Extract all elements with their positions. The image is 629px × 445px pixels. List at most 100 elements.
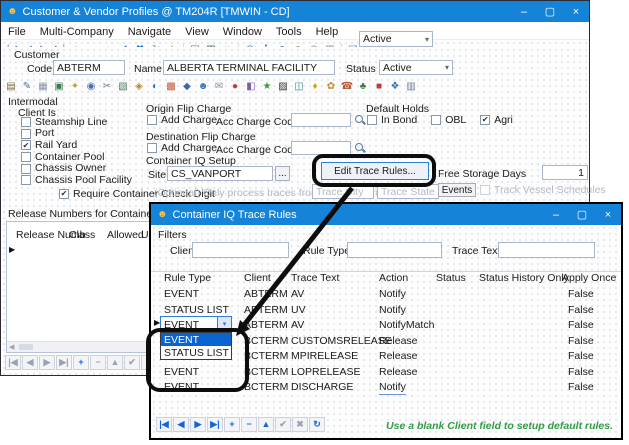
maximize-icon[interactable]: ▢ bbox=[537, 5, 563, 18]
release-hscrollbar[interactable]: ◀ bbox=[7, 341, 151, 352]
destination-acc-code-field[interactable] bbox=[291, 141, 351, 155]
close-icon[interactable]: × bbox=[563, 6, 589, 18]
track-vessel-checkbox[interactable]: Track Vessel Schedules bbox=[480, 184, 606, 196]
profile-tool-icon-24[interactable]: ■ bbox=[371, 80, 387, 95]
profile-tool-icon-15[interactable]: ● bbox=[227, 80, 243, 95]
rule-type-dropdown-list[interactable]: EVENTSTATUS LIST bbox=[160, 332, 232, 360]
menu-help[interactable]: Help bbox=[309, 24, 346, 40]
grid-cell[interactable]: Release bbox=[379, 351, 418, 362]
filter-trace-text-field[interactable] bbox=[498, 242, 595, 258]
grid-cell[interactable]: BCTERM bbox=[244, 367, 288, 378]
hold-in-bond[interactable]: In Bond bbox=[367, 114, 417, 126]
prev-record-icon[interactable]: ◀ bbox=[22, 355, 38, 370]
profile-tool-icon-10[interactable]: ◐ bbox=[147, 80, 163, 95]
profile-tool-icon-2[interactable]: ✎ bbox=[19, 80, 35, 95]
insert-record-icon[interactable]: + bbox=[224, 417, 240, 432]
profile-tool-icon-16[interactable]: ◧ bbox=[243, 80, 259, 95]
grid-cell[interactable]: MPIRELEASE bbox=[291, 351, 358, 362]
delete-record-icon[interactable]: − bbox=[241, 417, 257, 432]
menu-multi-company[interactable]: Multi-Company bbox=[33, 24, 121, 40]
profile-tool-icon-4[interactable]: ▣ bbox=[51, 80, 67, 95]
main-titlebar[interactable]: ☻ Customer & Vendor Profiles @ TM204R [T… bbox=[1, 1, 589, 22]
last-record-icon[interactable]: ▶| bbox=[207, 417, 223, 432]
destination-add-charge-checkbox[interactable]: Add Charge bbox=[147, 142, 217, 154]
client-is-container-pool[interactable]: Container Pool bbox=[21, 151, 132, 163]
site-browse-button[interactable]: ... bbox=[275, 166, 290, 181]
post-edit-icon[interactable]: ✔ bbox=[275, 417, 291, 432]
grid-cell[interactable]: ABTERM bbox=[244, 320, 288, 331]
profile-tool-icon-26[interactable]: ▥ bbox=[403, 80, 419, 95]
grid-cell[interactable]: Notify bbox=[379, 382, 406, 395]
grid-cell[interactable]: Notify bbox=[379, 305, 406, 316]
grid-cell[interactable]: False bbox=[568, 320, 594, 331]
profile-tool-icon-5[interactable]: ✦ bbox=[67, 80, 83, 95]
profile-tool-icon-17[interactable]: ★ bbox=[259, 80, 275, 95]
first-record-icon[interactable]: |◀ bbox=[5, 355, 21, 370]
profile-tool-icon-8[interactable]: ▧ bbox=[115, 80, 131, 95]
client-is-port[interactable]: Port bbox=[21, 128, 132, 140]
refresh-icon[interactable]: ↻ bbox=[309, 417, 325, 432]
profile-tool-icon-21[interactable]: ✿ bbox=[323, 80, 339, 95]
menu-window[interactable]: Window bbox=[216, 24, 269, 40]
site-field[interactable]: CS_VANPORT bbox=[167, 166, 273, 181]
next-record-icon[interactable]: ▶ bbox=[190, 417, 206, 432]
scroll-left-icon[interactable]: ◀ bbox=[9, 343, 14, 351]
filter-rule-type-field[interactable] bbox=[347, 242, 442, 258]
grid-cell[interactable]: ABTERM bbox=[244, 289, 288, 300]
next-record-icon[interactable]: ▶ bbox=[39, 355, 55, 370]
free-storage-field[interactable]: 1 bbox=[542, 165, 588, 180]
client-is-steamship-line[interactable]: Steamship Line bbox=[21, 116, 132, 128]
client-is-chassis-owner[interactable]: Chassis Owner bbox=[21, 163, 132, 175]
client-is-chassis-pool-facility[interactable]: Chassis Pool Facility bbox=[21, 174, 132, 186]
edit-record-icon[interactable]: ▲ bbox=[107, 355, 123, 370]
grid-cell[interactable]: STATUS LIST bbox=[164, 305, 229, 316]
edit-trace-rules-button[interactable]: Edit Trace Rules... bbox=[321, 162, 429, 180]
close-icon[interactable]: × bbox=[595, 209, 621, 221]
profile-tool-icon-25[interactable]: ❖ bbox=[387, 80, 403, 95]
hold-obl[interactable]: OBL bbox=[431, 114, 466, 126]
grid-cell[interactable]: NotifyMatch bbox=[379, 320, 434, 331]
profile-tool-icon-19[interactable]: ◫ bbox=[291, 80, 307, 95]
profile-tool-icon-12[interactable]: ◆ bbox=[179, 80, 195, 95]
grid-cell[interactable]: False bbox=[568, 305, 594, 316]
edit-record-icon[interactable]: ▲ bbox=[258, 417, 274, 432]
first-record-icon[interactable]: |◀ bbox=[156, 417, 172, 432]
code-field[interactable]: ABTERM bbox=[53, 60, 125, 75]
profile-tool-icon-14[interactable]: ✉ bbox=[211, 80, 227, 95]
grid-cell[interactable]: Notify bbox=[379, 289, 406, 300]
trace-state-field[interactable]: Trace State bbox=[377, 184, 439, 199]
grid-cell[interactable]: EVENT bbox=[164, 367, 199, 378]
trace-city-field[interactable]: Trace City bbox=[312, 184, 374, 199]
grid-cell[interactable]: False bbox=[568, 351, 594, 362]
menu-tools[interactable]: Tools bbox=[269, 24, 309, 40]
grid-cell[interactable]: AV bbox=[291, 289, 304, 300]
grid-cell[interactable]: False bbox=[568, 382, 594, 393]
profile-tool-icon-13[interactable]: ☻ bbox=[195, 80, 211, 95]
origin-acc-code-field[interactable] bbox=[291, 113, 351, 127]
grid-cell[interactable]: CUSTOMSRELEASE bbox=[291, 336, 392, 347]
profile-tool-icon-18[interactable]: ▨ bbox=[275, 80, 291, 95]
profile-tool-icon-22[interactable]: ☎ bbox=[339, 80, 355, 95]
combo-dropdown-button[interactable]: ▾ bbox=[217, 317, 231, 330]
menu-file[interactable]: File bbox=[1, 24, 33, 40]
dropdown-option-event[interactable]: EVENT bbox=[161, 333, 231, 346]
profile-tool-icon-20[interactable]: ♦ bbox=[307, 80, 323, 95]
dialog-titlebar[interactable]: ☻ Container IQ Trace Rules – ▢ × bbox=[151, 204, 621, 225]
grid-cell[interactable]: AV bbox=[291, 320, 304, 331]
cancel-edit-icon[interactable]: ✖ bbox=[292, 417, 308, 432]
grid-cell[interactable]: Release bbox=[379, 336, 418, 347]
profile-tool-icon-11[interactable]: ▩ bbox=[163, 80, 179, 95]
grid-cell[interactable]: LOPRELEASE bbox=[291, 367, 360, 378]
profile-tool-icon-3[interactable]: ▦ bbox=[35, 80, 51, 95]
grid-cell[interactable]: BCTERM bbox=[244, 351, 288, 362]
filter-client-field[interactable] bbox=[192, 242, 289, 258]
grid-cell[interactable]: EVENT bbox=[164, 289, 199, 300]
events-button[interactable]: Events bbox=[438, 183, 476, 197]
prev-record-icon[interactable]: ◀ bbox=[173, 417, 189, 432]
post-edit-icon[interactable]: ✔ bbox=[124, 355, 140, 370]
rule-type-combobox[interactable]: EVENT ▾ bbox=[160, 316, 232, 331]
scroll-thumb[interactable] bbox=[19, 344, 33, 350]
toolbar-active-select[interactable]: Active ▾ bbox=[359, 31, 433, 47]
release-listbox[interactable]: Release NumbClassAllowedUsed ▶ ◀ bbox=[6, 221, 152, 353]
grid-cell[interactable]: UV bbox=[291, 305, 306, 316]
